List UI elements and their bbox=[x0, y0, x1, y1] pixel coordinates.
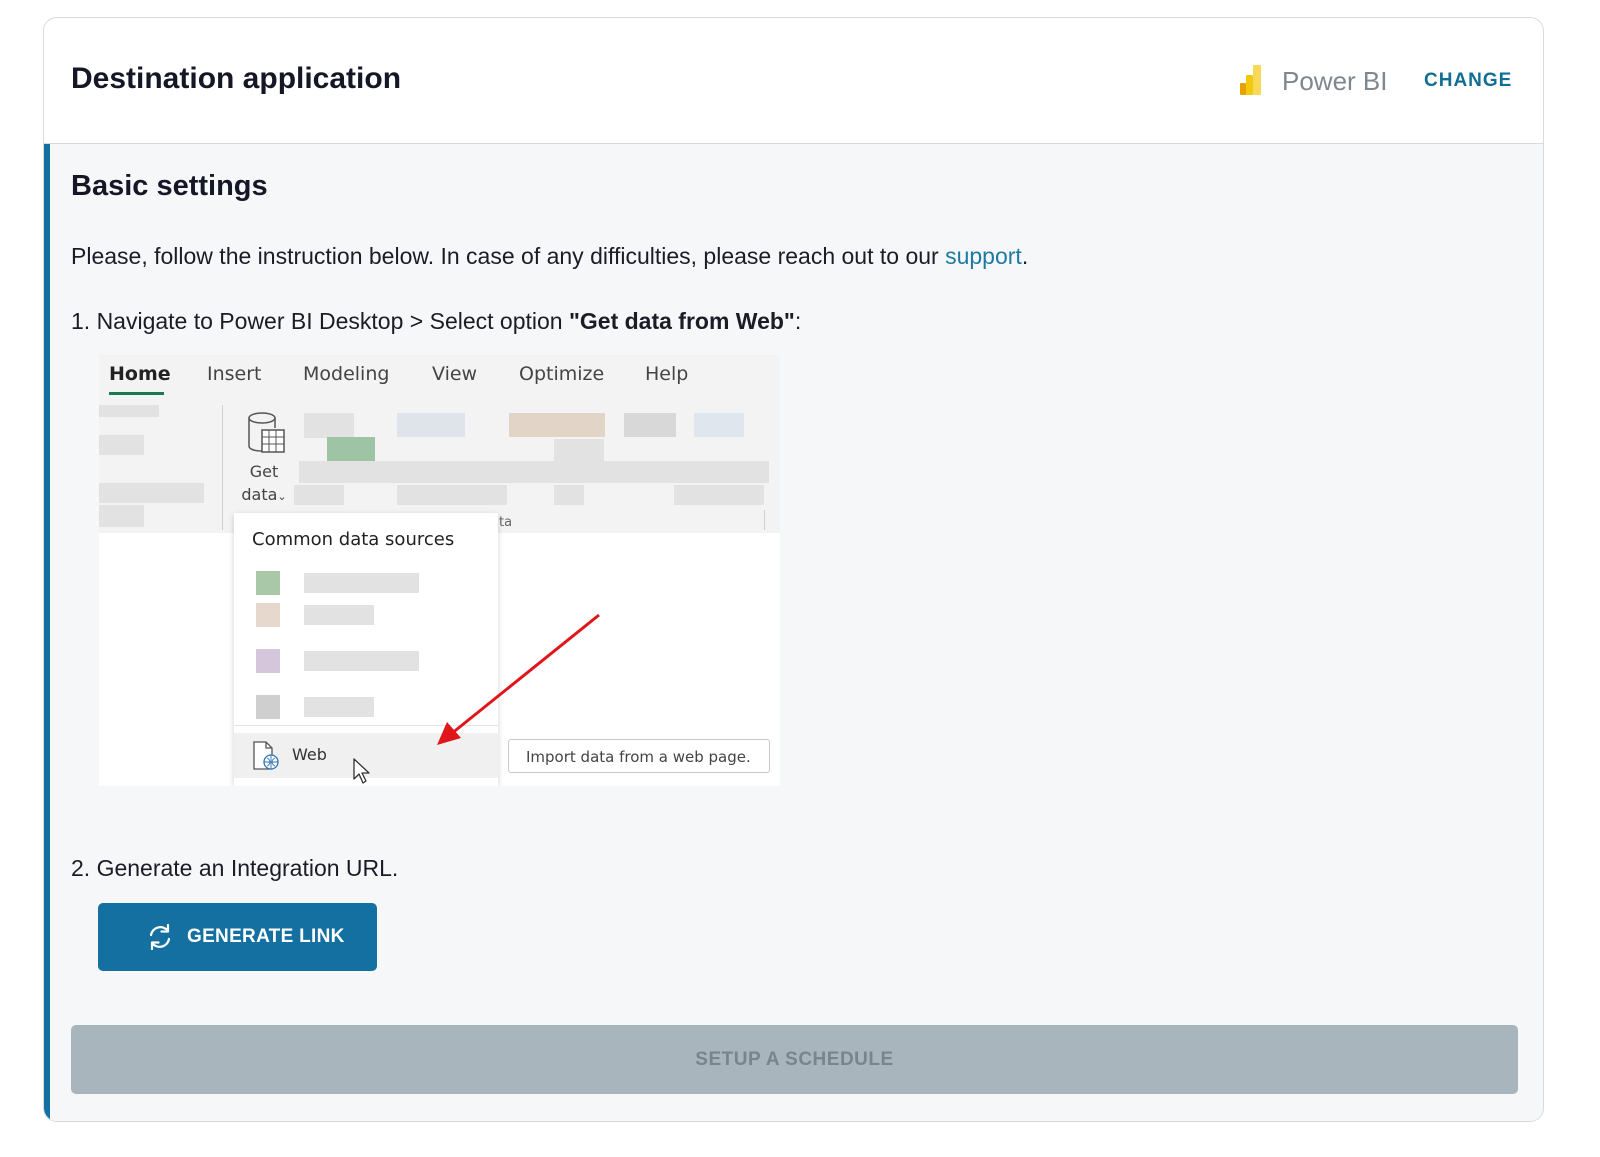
blurred-content bbox=[299, 461, 769, 483]
refresh-icon bbox=[149, 923, 171, 951]
blurred-content bbox=[509, 413, 605, 437]
ribbon-tab-view: View bbox=[432, 363, 478, 385]
blurred-content bbox=[397, 485, 507, 505]
red-arrow-icon bbox=[437, 613, 600, 745]
blurred-content bbox=[294, 485, 344, 505]
step-1-prefix: 1. Navigate to Power BI Desktop > Select… bbox=[71, 308, 569, 334]
blurred-content bbox=[99, 435, 144, 455]
blurred-content bbox=[624, 413, 676, 437]
blurred-content bbox=[304, 413, 354, 438]
blurred-content bbox=[99, 405, 159, 417]
get-data-label: Get data⌄ bbox=[234, 460, 294, 508]
change-button[interactable]: CHANGE bbox=[1424, 70, 1512, 92]
step-2-text: 2. Generate an Integration URL. bbox=[71, 855, 399, 881]
power-bi-logo-icon bbox=[1240, 65, 1261, 95]
ribbon: Home Insert Modeling View Optimize Help bbox=[99, 355, 780, 533]
support-link[interactable]: support bbox=[945, 243, 1022, 269]
web-page-icon bbox=[253, 741, 279, 770]
blurred-content bbox=[764, 510, 765, 530]
blurred-source-icon bbox=[256, 649, 280, 673]
header-title: Destination application bbox=[71, 62, 402, 95]
blurred-source-icon bbox=[256, 571, 280, 595]
blurred-source-label bbox=[304, 605, 374, 625]
step-1-text: 1. Navigate to Power BI Desktop > Select… bbox=[71, 308, 801, 335]
web-item-label: Web bbox=[292, 745, 327, 764]
blurred-source-icon bbox=[256, 603, 280, 627]
setup-schedule-button[interactable]: SETUP A SCHEDULE bbox=[71, 1025, 1518, 1094]
destination-header: Destination application Power BI CHANGE bbox=[44, 18, 1543, 144]
ribbon-tab-home: Home bbox=[109, 363, 171, 385]
generate-link-label: GENERATE LINK bbox=[187, 926, 345, 947]
blurred-source-label bbox=[304, 573, 419, 593]
setup-schedule-label: SETUP A SCHEDULE bbox=[695, 1049, 894, 1070]
blurred-content bbox=[327, 437, 375, 461]
app-name: Power BI bbox=[1282, 66, 1388, 96]
get-data-line-2: data⌄ bbox=[234, 483, 294, 508]
blurred-content bbox=[694, 413, 744, 437]
instruction-text: Please, follow the instruction below. In… bbox=[71, 243, 1028, 270]
dropdown-title: Common data sources bbox=[252, 529, 455, 550]
instruction-screenshot: Home Insert Modeling View Optimize Help bbox=[99, 355, 780, 786]
get-data-button: Get data⌄ bbox=[234, 410, 294, 510]
blurred-source-label bbox=[304, 651, 419, 671]
ribbon-tab-modeling: Modeling bbox=[303, 363, 390, 385]
destination-card: Destination application Power BI CHANGE … bbox=[43, 17, 1544, 1122]
active-tab-underline bbox=[109, 392, 164, 395]
tooltip-text: Import data from a web page. bbox=[526, 748, 751, 766]
get-data-line-2-text: data bbox=[241, 485, 278, 504]
intro-text: Please, follow the instruction below. In… bbox=[71, 243, 946, 269]
step-1-suffix: : bbox=[794, 308, 802, 334]
database-icon bbox=[248, 412, 285, 453]
ribbon-tab-help: Help bbox=[645, 363, 689, 385]
get-data-line-1: Get bbox=[249, 462, 279, 481]
group-label-fragment: ta bbox=[499, 515, 513, 530]
ribbon-tab-insert: Insert bbox=[207, 363, 262, 385]
ribbon-divider bbox=[222, 405, 223, 530]
mouse-cursor-icon bbox=[353, 758, 370, 784]
blurred-content bbox=[397, 413, 465, 437]
intro-end: . bbox=[1021, 243, 1029, 269]
blurred-content bbox=[674, 485, 764, 505]
blurred-content bbox=[99, 505, 144, 527]
blurred-content bbox=[554, 439, 604, 461]
basic-settings-section: Basic settings Please, follow the instru… bbox=[44, 144, 1543, 1121]
ribbon-tab-optimize: Optimize bbox=[519, 363, 605, 385]
blurred-content bbox=[554, 485, 584, 505]
chevron-down-icon: ⌄ bbox=[277, 490, 287, 503]
generate-link-button[interactable]: GENERATE LINK bbox=[98, 903, 377, 971]
blurred-source-label bbox=[304, 697, 374, 717]
step-1-option: "Get data from Web" bbox=[568, 308, 795, 334]
ribbon-tabs: Home Insert Modeling View Optimize Help bbox=[99, 355, 780, 395]
blurred-source-icon bbox=[256, 695, 280, 719]
blurred-content bbox=[99, 483, 204, 503]
section-title: Basic settings bbox=[71, 170, 268, 202]
